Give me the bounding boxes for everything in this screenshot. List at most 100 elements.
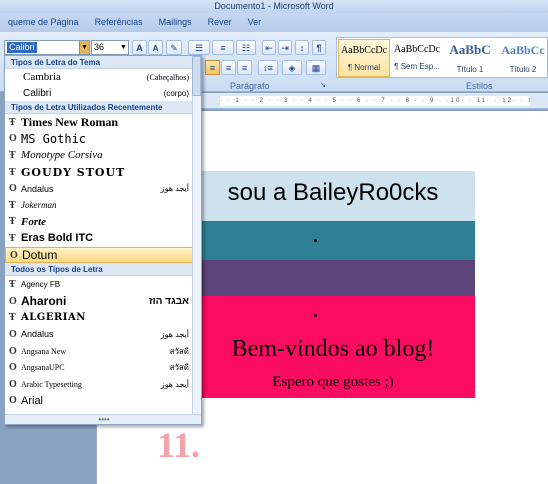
document-title[interactable]: sou a BaileyRo0cks (191, 179, 475, 207)
ruler-marks: · · 1 · · 2 · · 3 · · 4 · · 5 · · 6 · · … (220, 96, 530, 106)
font-item-calibri[interactable]: Calibri (corpo) (5, 85, 201, 101)
font-item-arial[interactable]: O Arial (5, 393, 201, 410)
font-item-arabic-typesetting[interactable]: O Arabic Typesetting أيجد هوز (5, 376, 201, 393)
style-name: Título 2 (509, 65, 537, 74)
chevron-down-icon[interactable]: ▼ (119, 41, 128, 54)
font-item-eras-bold-itc[interactable]: Ŧ Eras Bold ITC (5, 230, 201, 247)
font-item-sample: أيجد هوز (160, 329, 189, 339)
resize-grip[interactable]: •••• (5, 414, 201, 424)
font-size-combo[interactable]: 36 ▼ (91, 40, 129, 55)
font-item-times-new-roman[interactable]: Ŧ Times New Roman (5, 114, 201, 131)
font-item-role: (Cabeçalhos) (146, 72, 189, 82)
font-item-label: ALGERIAN (21, 312, 86, 324)
welcome-subtitle[interactable]: Espero que gostes ;) (191, 374, 475, 391)
style-heading-1[interactable]: AaBbC Título 1 (444, 39, 496, 77)
font-item-role: (corpo) (163, 88, 189, 98)
font-item-forte[interactable]: Ŧ Forte (5, 214, 201, 231)
window-title-bar: Documento1 - Microsoft Word (0, 0, 548, 13)
grow-font-button[interactable]: A (132, 40, 147, 55)
multilevel-list-icon[interactable]: ☷ (236, 40, 256, 55)
style-preview: AaBbC (449, 42, 491, 57)
style-heading-2[interactable]: AaBbCc Título 2 (497, 39, 548, 77)
scrollbar-thumb[interactable] (192, 56, 201, 96)
font-item-monotype-corsiva[interactable]: Ŧ Monotype Corsiva (5, 147, 201, 164)
clear-formatting-icon[interactable]: ✎ (166, 40, 182, 55)
font-item-label: Eras Bold ITC (21, 232, 94, 245)
font-item-sample: สวัสดี (169, 346, 189, 356)
chevron-down-icon[interactable]: ▼ (79, 41, 89, 54)
numbered-item[interactable]: 11. (157, 424, 200, 466)
decrease-indent-icon[interactable]: ⇤ (262, 40, 276, 55)
font-name-combo[interactable]: Calibri ▼ (4, 40, 90, 55)
font-size-value[interactable]: 36 (94, 42, 104, 52)
tab-mailings[interactable]: Mailings (151, 13, 200, 32)
pink-band: Bem-vindos ao blog! Espero que gostes ;) (191, 296, 475, 398)
increase-indent-icon[interactable]: ⇥ (278, 40, 292, 55)
font-item-andalus[interactable]: O Andalus أيجد هوز (5, 180, 201, 197)
font-item-label: Monotype Corsiva (21, 149, 103, 162)
style-name: ¶ Normal (347, 63, 381, 72)
quick-styles-gallery: AaBbCcDc ¶ Normal AaBbCcDc ¶ Sem Esp... … (336, 37, 548, 78)
font-item-label: Cambria (23, 71, 61, 83)
shrink-font-button[interactable]: A (148, 40, 163, 55)
align-right-icon[interactable]: ≡ (237, 60, 252, 75)
font-item-label: Arabic Typesetting (21, 379, 82, 389)
grow-font-label: A (136, 43, 143, 53)
font-item-label: Dotum (22, 248, 58, 263)
font-item-angsana-new[interactable]: O Angsana New สวัสดี (5, 343, 201, 360)
tab-review[interactable]: Rever (200, 13, 240, 32)
font-item-label: Angsana New (21, 346, 67, 356)
opentype-icon: O (9, 362, 17, 374)
tab-page-layout[interactable]: queme de Página (0, 13, 87, 32)
numbering-icon[interactable]: ≡ (212, 40, 234, 55)
sort-icon[interactable]: ↕ (295, 40, 309, 55)
font-item-algerian[interactable]: Ŧ ALGERIAN (5, 310, 201, 327)
tab-references[interactable]: Referências (87, 13, 151, 32)
opentype-icon: O (9, 133, 17, 145)
horizontal-ruler[interactable]: · · 1 · · 2 · · 3 · · 4 · · 5 · · 6 · · … (200, 93, 548, 109)
show-marks-icon[interactable]: ¶ (312, 40, 326, 55)
font-item-ms-gothic[interactable]: O MS Gothic (5, 131, 201, 148)
font-dropdown-menu: Tipos de Letra do Tema Cambria (Cabeçalh… (4, 55, 202, 425)
font-item-aharoni[interactable]: O Aharoni אבגד הוז (5, 293, 201, 310)
font-item-label: Agency FB (21, 280, 61, 290)
font-item-label: Aharoni (21, 294, 67, 309)
borders-icon[interactable]: ▦ (306, 60, 326, 75)
font-item-sample: أيجد هوز (160, 184, 189, 194)
align-center-icon[interactable]: ≡ (221, 60, 236, 75)
style-no-spacing[interactable]: AaBbCcDc ¶ Sem Esp... (391, 39, 443, 77)
theme-fonts-header: Tipos de Letra do Tema (5, 56, 201, 69)
font-item-cambria[interactable]: Cambria (Cabeçalhos) (5, 69, 201, 85)
font-item-andalus-all[interactable]: O Andalus أيجد هوز (5, 326, 201, 343)
truetype-icon: Ŧ (9, 149, 16, 161)
recent-fonts-header: Tipos de Letra Utilizados Recentemente (5, 101, 201, 114)
font-item-dotum[interactable]: O Dotum (5, 246, 201, 264)
font-item-sample: אבגד הוז (148, 295, 189, 307)
font-item-label: GOUDY STOUT (21, 165, 126, 179)
font-item-label: Andalus (21, 329, 54, 340)
align-left-icon[interactable]: ≡ (205, 60, 220, 75)
font-item-label: Calibri (23, 87, 52, 99)
dropdown-scrollbar[interactable] (192, 56, 201, 414)
font-item-label: MS Gothic (21, 131, 87, 146)
truetype-icon: Ŧ (9, 116, 16, 128)
font-item-agency-fb[interactable]: Ŧ Agency FB (5, 276, 201, 293)
truetype-icon: Ŧ (9, 216, 16, 228)
font-item-goudy-stout[interactable]: Ŧ GOUDY STOUT (5, 164, 201, 181)
font-item-label: Jokerman (21, 200, 57, 211)
truetype-icon: Ŧ (9, 166, 16, 178)
line-spacing-icon[interactable]: ↕≡ (258, 60, 278, 75)
font-item-jokerman[interactable]: Ŧ Jokerman (5, 197, 201, 214)
bullets-icon[interactable]: ☰ (188, 40, 210, 55)
dialog-launcher-icon[interactable]: ↘ (318, 80, 328, 90)
tab-view[interactable]: Ver (240, 13, 270, 32)
style-normal[interactable]: AaBbCcDc ¶ Normal (338, 39, 390, 77)
truetype-icon: Ŧ (9, 312, 16, 324)
opentype-icon: O (9, 345, 17, 357)
welcome-heading[interactable]: Bem-vindos ao blog! (191, 336, 475, 363)
truetype-icon: Ŧ (9, 279, 16, 291)
font-name-value[interactable]: Calibri (7, 42, 37, 53)
shading-icon[interactable]: ◈ (282, 60, 302, 75)
style-name: Título 1 (456, 65, 484, 74)
font-item-angsanaupc[interactable]: O AngsanaUPC สวัสดี (5, 359, 201, 376)
